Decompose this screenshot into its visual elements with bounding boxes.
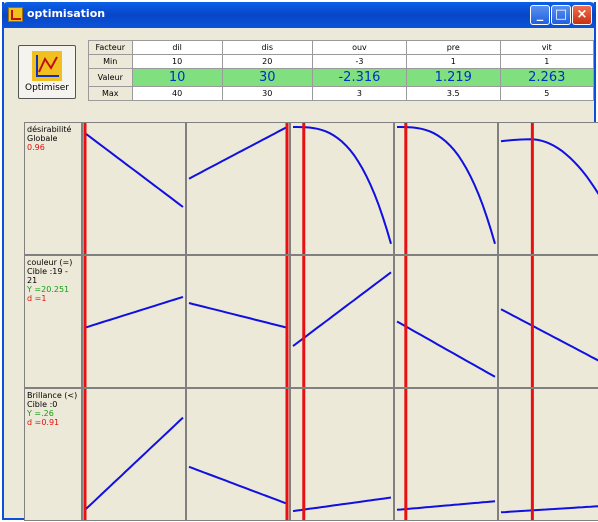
max-cell[interactable]: 40: [131, 86, 223, 101]
row-label-min: Min: [88, 54, 133, 69]
window-title: optimisation: [27, 7, 106, 20]
max-cell[interactable]: 30: [221, 86, 313, 101]
profile-plot-cell[interactable]: [290, 255, 394, 388]
row-label-max: Max: [88, 86, 133, 101]
factor-cell: dis: [221, 40, 313, 55]
value-cell[interactable]: -2.316: [311, 68, 408, 87]
response-curve: [500, 138, 598, 195]
response-value: Y =20.251: [27, 285, 70, 294]
minimize-icon[interactable]: _: [530, 5, 550, 25]
response-curve: [396, 500, 496, 511]
factor-cell: dil: [131, 40, 223, 55]
max-cell[interactable]: 3.5: [406, 86, 501, 101]
response-curve: [500, 505, 598, 514]
factor-cell: ouv: [311, 40, 408, 55]
response-desirability: d =0.91: [27, 418, 60, 427]
response-target: Globale: [27, 134, 58, 143]
profile-plot-cell[interactable]: [498, 388, 598, 521]
value-cell[interactable]: 1.219: [406, 68, 501, 87]
min-cell[interactable]: 1: [499, 54, 595, 69]
profile-plot-cell[interactable]: [498, 255, 598, 388]
max-cell[interactable]: 5: [499, 86, 595, 101]
response-curve: [188, 126, 288, 180]
factor-row: Facteur dil dis ouv pre vit: [88, 40, 595, 55]
value-row: Valeur 10 30 -2.316 1.219 2.263: [88, 68, 595, 87]
min-cell[interactable]: 20: [221, 54, 313, 69]
response-curve: [397, 126, 496, 245]
response-value: Y =.26: [27, 409, 54, 418]
maximize-icon[interactable]: □: [551, 5, 571, 25]
response-label-brillance: Brillance (<) Cible :0 Y =.26 d =0.91: [24, 388, 82, 521]
response-name: Brillance (<): [27, 391, 78, 400]
optimisation-window: optimisation _ □ × Optimiser Facteur dil…: [2, 2, 598, 521]
profile-plot-cell[interactable]: [82, 388, 186, 521]
min-cell[interactable]: 10: [131, 54, 223, 69]
close-icon[interactable]: ×: [572, 5, 592, 25]
response-curve: [500, 308, 598, 362]
max-row: Max 40 30 3 3.5 5: [88, 86, 595, 101]
profile-plot-cell[interactable]: [290, 122, 394, 255]
response-desirability: d =1: [27, 294, 47, 303]
app-icon: [8, 7, 23, 22]
response-target: Cible :19 - 21: [27, 267, 68, 285]
response-name: couleur (=): [27, 258, 73, 267]
response-target: Cible :0: [27, 400, 58, 409]
title-bar[interactable]: optimisation _ □ ×: [2, 2, 596, 28]
response-label-desirability: désirabilité Globale 0.96: [24, 122, 82, 255]
profile-plot-cell[interactable]: [394, 388, 498, 521]
profile-plot-cell[interactable]: [186, 255, 290, 388]
value-cell[interactable]: 10: [131, 68, 223, 87]
profile-plot-cell[interactable]: [82, 122, 186, 255]
profile-plot-cell[interactable]: [394, 255, 498, 388]
response-curve: [84, 132, 184, 208]
profile-plot-cell[interactable]: [82, 255, 186, 388]
response-name: désirabilité: [27, 125, 72, 134]
max-cell[interactable]: 3: [311, 86, 408, 101]
value-cell[interactable]: 30: [221, 68, 313, 87]
response-curve: [292, 271, 392, 347]
profile-plot-cell[interactable]: [290, 388, 394, 521]
profile-plot-cell[interactable]: [186, 122, 290, 255]
profile-plot-cell[interactable]: [186, 388, 290, 521]
response-label-couleur: couleur (=) Cible :19 - 21 Y =20.251 d =…: [24, 255, 82, 388]
profile-plot-cell[interactable]: [394, 122, 498, 255]
parameter-table: Facteur dil dis ouv pre vit Min 10 20 -3…: [88, 40, 595, 101]
optimize-button[interactable]: Optimiser: [18, 45, 76, 99]
client-area: Optimiser Facteur dil dis ouv pre vit Mi…: [4, 28, 598, 521]
response-curve: [293, 126, 392, 245]
optimize-button-label: Optimiser: [24, 83, 70, 93]
optimize-chart-icon: [32, 51, 62, 81]
profile-plot-cell[interactable]: [498, 122, 598, 255]
min-cell[interactable]: 1: [406, 54, 501, 69]
min-row: Min 10 20 -3 1 1: [88, 54, 595, 69]
response-curve: [188, 465, 288, 505]
profiler-grid: désirabilité Globale 0.96 couleur (=) Ci…: [24, 122, 598, 521]
row-label-value: Valeur: [88, 68, 133, 87]
factor-cell: vit: [499, 40, 595, 55]
response-value: 0.96: [27, 143, 45, 152]
response-curve: [84, 416, 184, 511]
response-curve: [84, 295, 184, 329]
response-curve: [188, 302, 288, 329]
response-curve: [292, 496, 392, 513]
value-cell[interactable]: 2.263: [499, 68, 595, 87]
min-cell[interactable]: -3: [311, 54, 408, 69]
response-curve: [396, 320, 496, 378]
factor-cell: pre: [406, 40, 501, 55]
row-label-factor: Facteur: [88, 40, 133, 55]
